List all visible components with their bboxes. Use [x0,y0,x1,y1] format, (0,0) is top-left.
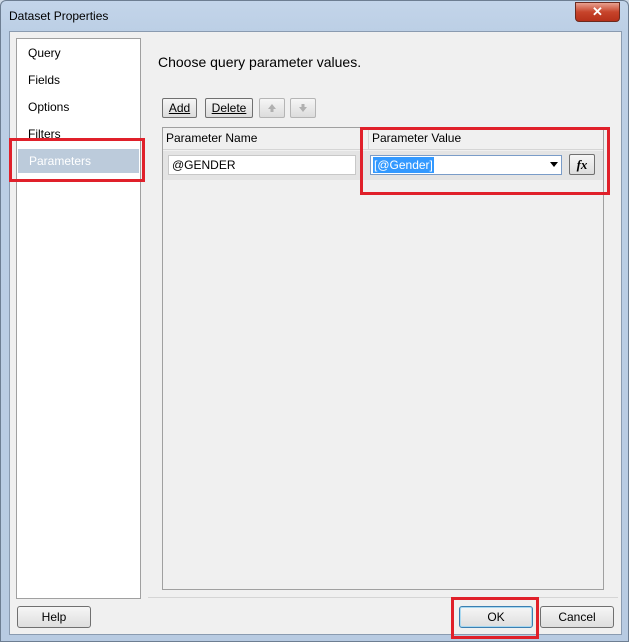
sidebar: Query Fields Options Filters Parameters [16,38,141,599]
window-title: Dataset Properties [9,9,109,23]
add-button[interactable]: Add [162,98,197,118]
dialog-client-area: Query Fields Options Filters Parameters … [9,31,622,635]
sidebar-item-options[interactable]: Options [17,95,140,119]
help-button[interactable]: Help [17,606,91,628]
arrow-up-icon [268,104,276,112]
cancel-button[interactable]: Cancel [540,606,614,628]
parameter-value-combobox[interactable]: [@Gender] [370,155,562,175]
parameter-value-text: [@Gender] [373,157,434,173]
help-button-label: Help [41,610,67,624]
expression-button[interactable]: fx [569,154,595,175]
arrow-down-icon [299,104,307,112]
page-title: Choose query parameter values. [158,54,362,70]
move-down-button[interactable] [290,98,316,118]
sidebar-item-fields[interactable]: Fields [17,68,140,92]
chevron-down-icon[interactable] [550,162,558,167]
close-button[interactable]: ✕ [575,2,620,22]
title-bar: Dataset Properties ✕ [1,1,628,31]
sidebar-item-label: Query [28,46,61,60]
ok-button[interactable]: OK [459,606,533,628]
add-button-label: Add [168,101,191,115]
move-up-button[interactable] [259,98,285,118]
table-row: @GENDER [@Gender] fx [163,151,603,180]
sidebar-item-label: Fields [28,73,61,87]
parameters-grid: Parameter Name Parameter Value @GENDER [… [162,127,604,590]
parameter-name-field[interactable]: @GENDER [168,155,356,175]
delete-button-label: Delete [211,101,247,115]
sidebar-item-label: Filters [28,127,61,141]
sidebar-item-label: Options [28,100,70,114]
footer-divider [148,597,618,598]
sidebar-item-query[interactable]: Query [17,41,140,65]
dialog-window: Dataset Properties ✕ Query Fields Option… [0,0,629,642]
sidebar-item-label: Parameters [29,154,92,168]
cancel-button-label: Cancel [558,610,596,624]
delete-button[interactable]: Delete [205,98,253,118]
close-icon: ✕ [592,4,603,19]
function-icon: fx [576,157,588,172]
column-header-parameter-value: Parameter Value [368,128,603,150]
ok-button-label: OK [487,610,505,624]
column-header-parameter-name: Parameter Name [163,128,368,150]
sidebar-item-parameters[interactable]: Parameters [18,149,139,173]
sidebar-item-filters[interactable]: Filters [17,122,140,146]
